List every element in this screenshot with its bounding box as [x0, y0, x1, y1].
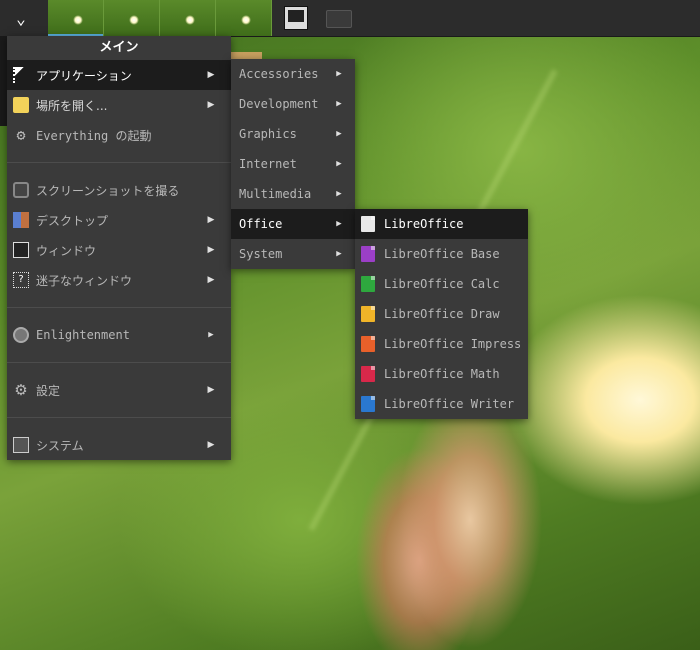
menu-item-label: デスクトップ: [36, 213, 109, 228]
menu-item-label: LibreOffice Impress: [384, 337, 522, 351]
top-shelf: ⌄: [0, 0, 700, 37]
chevron-right-icon: ▶: [336, 129, 342, 139]
menu-item-label: LibreOffice Math: [384, 367, 500, 381]
menu-item-settings[interactable]: ⚙ 設定 ▶: [7, 375, 231, 405]
chevron-right-icon: ▶: [207, 385, 215, 395]
menu-item-label: Multimedia: [239, 187, 312, 201]
menu-item-label: LibreOffice Calc: [384, 277, 500, 291]
desktop-icon: [13, 212, 29, 228]
settings-gear-icon: ⚙: [14, 381, 28, 399]
main-menu: メイン アプリケーション ▶ 場所を開く... ▶ ⚙ Everything の…: [7, 36, 231, 460]
chevron-right-icon: ▶: [336, 249, 342, 259]
menu-separator: [7, 162, 231, 163]
chevron-right-icon: ▶: [336, 69, 342, 79]
submenu-item-graphics[interactable]: Graphics ▶: [231, 119, 355, 149]
menu-item-desktop[interactable]: デスクトップ ▶: [7, 205, 231, 235]
chevron-right-icon: ▶: [207, 440, 215, 450]
menu-item-everything[interactable]: ⚙ Everything の起動: [7, 120, 231, 150]
gear-icon: ⚙: [16, 126, 26, 144]
submenu-item-accessories[interactable]: Accessories ▶: [231, 59, 355, 89]
desktop-thumbnail-1[interactable]: [48, 0, 104, 36]
menu-item-label: Accessories: [239, 67, 319, 81]
chevron-right-icon: ▶: [207, 245, 215, 255]
libreoffice-calc-icon: [361, 276, 375, 292]
menu-item-label: LibreOffice: [384, 217, 464, 231]
submenu-item-office[interactable]: Office ▶: [231, 209, 355, 239]
chevron-right-icon: ▶: [207, 70, 215, 80]
libreoffice-base-icon: [361, 246, 375, 262]
libreoffice-draw-icon: [361, 306, 375, 322]
main-menu-title: メイン: [99, 40, 139, 55]
libreoffice-math-icon: [361, 366, 375, 382]
folder-icon: [13, 97, 29, 113]
menu-item-label: Enlightenment: [36, 328, 130, 342]
keyboard-tray-icon[interactable]: [326, 10, 352, 28]
main-menu-button[interactable]: ⌄: [6, 4, 36, 32]
chevron-down-icon: ⌄: [16, 8, 26, 28]
menu-item-windows[interactable]: ウィンドウ ▶: [7, 235, 231, 265]
office-submenu: LibreOffice LibreOffice Base LibreOffice…: [355, 209, 528, 419]
virtual-desktop-pager: [48, 0, 272, 36]
menu-separator: [7, 417, 231, 418]
chevron-right-icon: ▶: [207, 100, 215, 110]
app-item-libreoffice-draw[interactable]: LibreOffice Draw: [355, 299, 528, 329]
chevron-right-icon: ▶: [336, 219, 342, 229]
desktop-thumbnail-2[interactable]: [104, 0, 160, 36]
menu-item-label: LibreOffice Base: [384, 247, 500, 261]
chevron-right-icon: ▶: [207, 275, 215, 285]
chevron-right-icon: ▶: [336, 189, 342, 199]
menu-item-enlightenment[interactable]: Enlightenment ▶: [7, 320, 231, 350]
menu-item-lost-windows[interactable]: ? 迷子なウィンドウ ▶: [7, 265, 231, 295]
app-item-libreoffice-calc[interactable]: LibreOffice Calc: [355, 269, 528, 299]
menu-item-label: 設定: [36, 383, 61, 398]
menu-separator: [7, 362, 231, 363]
menu-item-label: スクリーンショットを撮る: [36, 183, 180, 198]
menu-item-label: Development: [239, 97, 319, 111]
window-icon: [13, 242, 29, 258]
app-item-libreoffice-math[interactable]: LibreOffice Math: [355, 359, 528, 389]
apps-icon: [13, 67, 29, 83]
terminal-tray-icon[interactable]: [284, 6, 308, 30]
app-item-libreoffice-base[interactable]: LibreOffice Base: [355, 239, 528, 269]
menu-item-places[interactable]: 場所を開く... ▶: [7, 90, 231, 120]
enlightenment-icon: [13, 327, 29, 343]
desktop-thumbnail-3[interactable]: [160, 0, 216, 36]
app-item-libreoffice-writer[interactable]: LibreOffice Writer: [355, 389, 528, 419]
libreoffice-icon: [361, 216, 375, 232]
menu-item-label: Internet: [239, 157, 297, 171]
menu-item-label: ウィンドウ: [36, 243, 97, 258]
submenu-item-internet[interactable]: Internet ▶: [231, 149, 355, 179]
menu-item-label: Office: [239, 217, 283, 231]
submenu-item-system[interactable]: System ▶: [231, 239, 355, 269]
menu-item-label: LibreOffice Draw: [384, 307, 500, 321]
menu-item-label: アプリケーション: [36, 68, 132, 83]
menu-item-label: 場所を開く...: [36, 98, 108, 113]
menu-item-label: Everything の起動: [36, 128, 152, 143]
app-item-libreoffice-impress[interactable]: LibreOffice Impress: [355, 329, 528, 359]
app-item-libreoffice[interactable]: LibreOffice: [355, 209, 528, 239]
camera-icon: [13, 182, 29, 198]
chevron-right-icon: ▶: [336, 159, 342, 169]
libreoffice-impress-icon: [361, 336, 375, 352]
submenu-item-development[interactable]: Development ▶: [231, 89, 355, 119]
menu-item-label: 迷子なウィンドウ: [36, 273, 133, 288]
menu-item-label: Graphics: [239, 127, 297, 141]
menu-item-label: システム: [36, 438, 84, 453]
applications-submenu: Accessories ▶ Development ▶ Graphics ▶ I…: [231, 59, 355, 269]
system-icon: [13, 437, 29, 453]
chevron-right-icon: ▶: [207, 215, 215, 225]
menu-item-screenshot[interactable]: スクリーンショットを撮る: [7, 175, 231, 205]
submenu-item-multimedia[interactable]: Multimedia ▶: [231, 179, 355, 209]
menu-item-system[interactable]: システム ▶: [7, 430, 231, 460]
chevron-right-icon: ▶: [336, 99, 342, 109]
lost-window-icon: ?: [13, 272, 29, 288]
menu-separator: [7, 307, 231, 308]
menu-item-applications[interactable]: アプリケーション ▶: [7, 60, 231, 90]
menu-item-label: System: [239, 247, 283, 261]
chevron-right-icon: ▶: [208, 330, 214, 340]
menu-item-label: LibreOffice Writer: [384, 397, 515, 411]
desktop-thumbnail-4[interactable]: [216, 0, 272, 36]
libreoffice-writer-icon: [361, 396, 375, 412]
